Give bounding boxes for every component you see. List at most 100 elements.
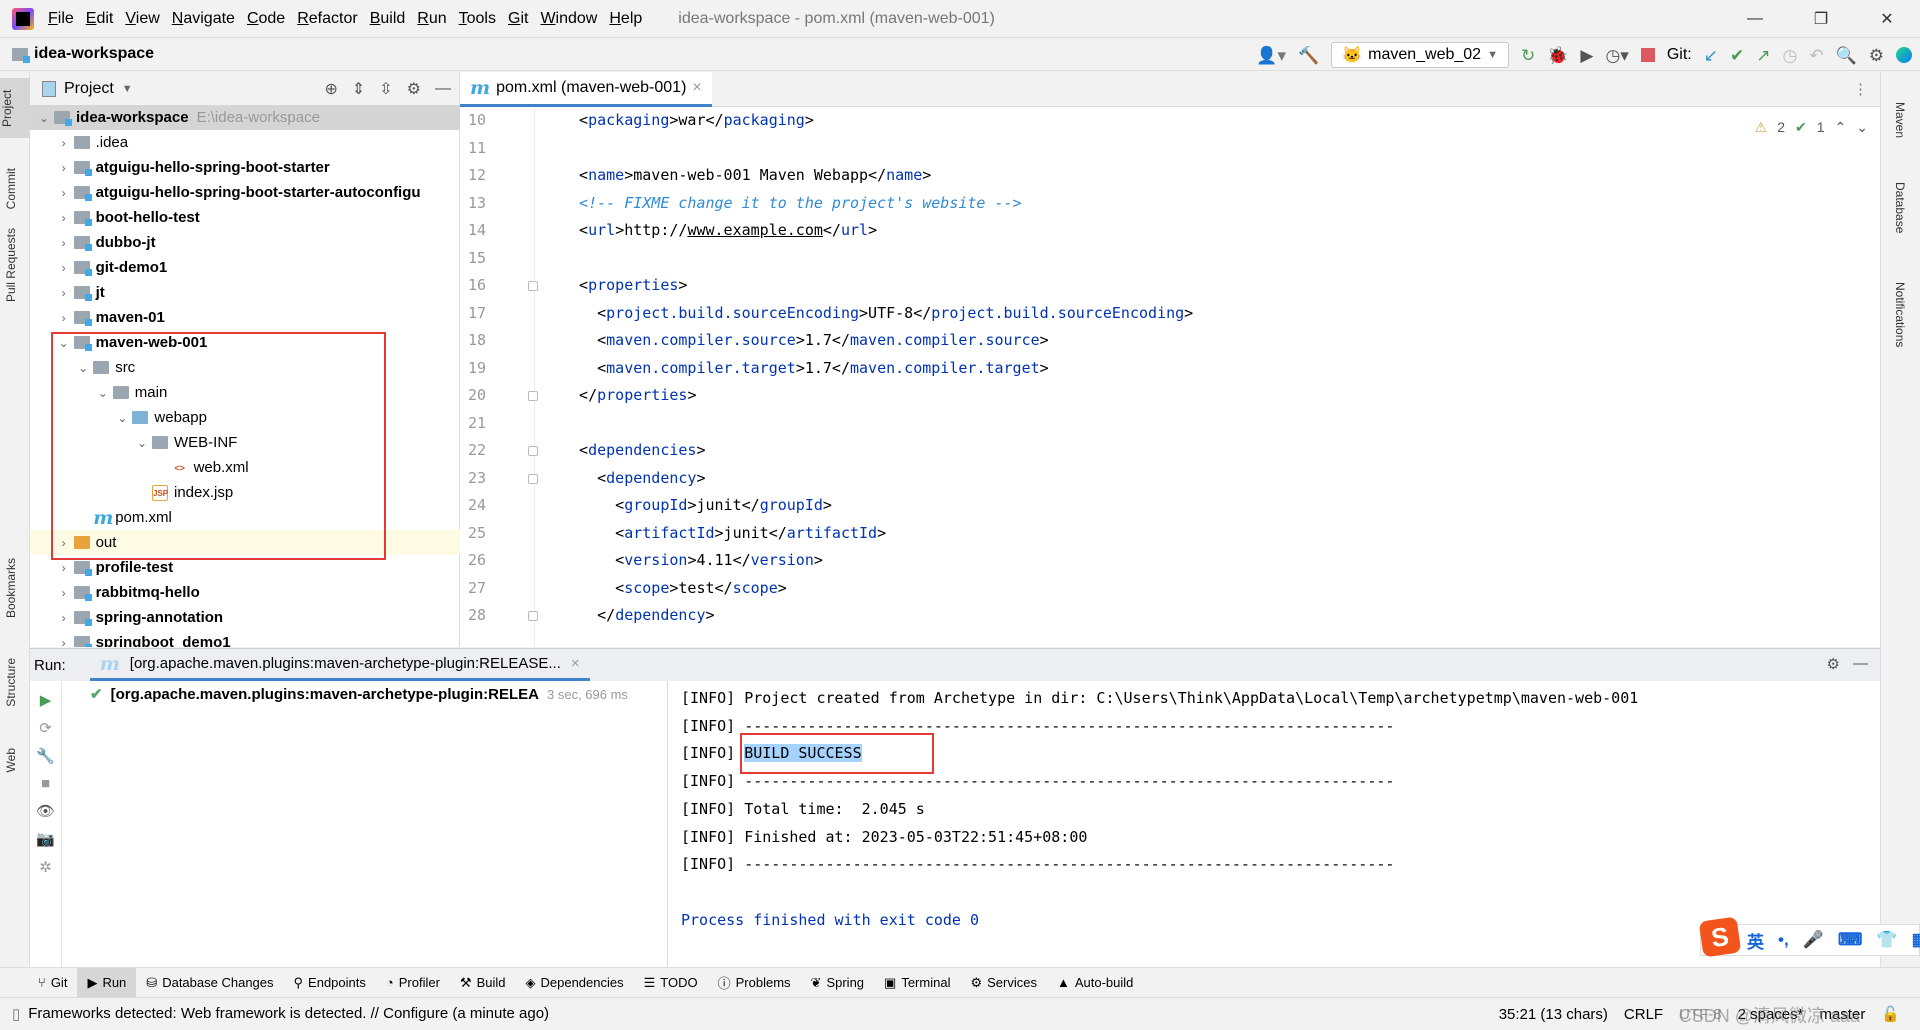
next-highlight-icon[interactable]: ⌄ xyxy=(1856,119,1868,136)
menu-tools[interactable]: Tools xyxy=(459,10,496,28)
chevron-right-icon[interactable]: › xyxy=(54,186,74,200)
sidebar-tab-pull-requests[interactable]: Pull Requests xyxy=(4,228,18,302)
sidebar-tab-database[interactable]: Database xyxy=(1893,182,1907,233)
tree-item[interactable]: › .idea xyxy=(30,130,460,155)
code-area[interactable]: 10 <packaging>war</packaging> 11 12 <name>… xyxy=(460,107,1820,647)
menu-run[interactable]: Run xyxy=(417,10,446,28)
user-icon[interactable]: 👤▾ xyxy=(1256,47,1286,64)
chevron-right-icon[interactable]: › xyxy=(54,211,74,225)
build-hammer-icon[interactable]: 🔨 xyxy=(1298,47,1319,64)
tool-window-profiler[interactable]: ◔ Profiler xyxy=(376,968,450,998)
chevron-right-icon[interactable]: › xyxy=(54,261,74,275)
rerun-icon[interactable]: ↻ xyxy=(1521,47,1535,64)
tool-window-endpoints[interactable]: ⚲ Endpoints xyxy=(284,968,376,998)
project-breadcrumb[interactable]: idea-workspace xyxy=(34,45,154,63)
tree-item[interactable]: › atguigu-hello-spring-boot-starter-autoc… xyxy=(30,180,460,205)
chevron-right-icon[interactable]: › xyxy=(54,286,74,300)
project-view-select[interactable]: Project xyxy=(64,80,114,98)
tool-window-build[interactable]: ⚒ Build xyxy=(450,968,516,998)
tab-pom-xml[interactable]: m pom.xml (maven-web-001) × xyxy=(460,72,712,107)
status-message[interactable]: Frameworks detected: Web framework is de… xyxy=(28,1005,549,1022)
lock-icon[interactable]: 🔓 xyxy=(1881,1005,1900,1023)
tool-window-spring[interactable]: ❦ Spring xyxy=(801,968,874,998)
debug-icon[interactable]: ⟳ xyxy=(39,719,52,737)
search-icon[interactable]: 🔍 xyxy=(1836,47,1857,64)
chevron-right-icon[interactable]: › xyxy=(54,161,74,175)
ime-punctuation[interactable]: •, xyxy=(1778,930,1789,950)
sidebar-tab-structure[interactable]: Structure xyxy=(4,658,18,707)
fold-marker-icon[interactable] xyxy=(528,391,538,401)
sidebar-tab-commit[interactable]: Commit xyxy=(4,168,18,209)
menu-build[interactable]: Build xyxy=(370,10,406,28)
tree-item[interactable]: › git-demo1 xyxy=(30,255,460,280)
menu-view[interactable]: View xyxy=(125,10,159,28)
run-tab[interactable]: m [org.apache.maven.plugins:maven-archet… xyxy=(89,649,590,681)
caret-position[interactable]: 35:21 (13 chars) xyxy=(1499,1006,1608,1023)
menu-edit[interactable]: Edit xyxy=(86,10,114,28)
gear-icon[interactable]: ⚙ xyxy=(407,79,421,99)
chevron-right-icon[interactable]: › xyxy=(54,236,74,250)
tool-window-auto-build[interactable]: ▲ Auto-build xyxy=(1047,968,1143,998)
git-commit-icon[interactable]: ✔ xyxy=(1730,47,1744,64)
collapse-all-icon[interactable]: ⇳ xyxy=(379,79,392,99)
menu-window[interactable]: Window xyxy=(540,10,597,28)
run-tree-item[interactable]: ✔ [org.apache.maven.plugins:maven-archet… xyxy=(90,685,628,704)
tree-item[interactable]: › atguigu-hello-spring-boot-starter xyxy=(30,155,460,180)
pin-icon[interactable]: ✲ xyxy=(39,858,52,876)
git-update-icon[interactable]: ↙ xyxy=(1704,47,1718,64)
microphone-icon[interactable]: 🎤 xyxy=(1803,930,1824,950)
fold-marker-icon[interactable] xyxy=(528,281,538,291)
tree-item[interactable]: ⌄ idea-workspace E:\idea-workspace xyxy=(30,105,460,130)
stop-icon[interactable]: ■ xyxy=(41,775,50,792)
eye-icon[interactable]: 👁 xyxy=(36,802,55,820)
tree-item[interactable]: › rabbitmq-hello xyxy=(30,580,460,605)
chevron-right-icon[interactable]: › xyxy=(54,636,74,648)
hide-icon[interactable]: — xyxy=(1853,655,1868,672)
chevron-down-icon[interactable]: ⌄ xyxy=(34,111,54,125)
tool-window-git[interactable]: ⑂ Git xyxy=(28,968,77,998)
more-tabs-icon[interactable]: ⋮ xyxy=(1853,80,1868,98)
sidebar-tab-web[interactable]: Web xyxy=(4,748,18,772)
close-tab-icon[interactable]: × xyxy=(692,79,701,97)
tree-item[interactable]: › springboot_demo1 xyxy=(30,630,460,647)
chevron-down-icon[interactable]: ▼ xyxy=(122,83,133,95)
locate-icon[interactable]: ⊕ xyxy=(324,79,337,99)
rollback-icon[interactable]: ↶ xyxy=(1809,47,1823,64)
sidebar-tab-maven[interactable]: Maven xyxy=(1893,102,1907,138)
menu-code[interactable]: Code xyxy=(247,10,285,28)
history-icon[interactable]: ◷ xyxy=(1782,47,1797,64)
prev-highlight-icon[interactable]: ⌃ xyxy=(1835,119,1847,136)
stop-icon[interactable] xyxy=(1640,48,1655,62)
tool-window-database-changes[interactable]: ⛁ Database Changes xyxy=(136,968,283,998)
fold-marker-icon[interactable] xyxy=(528,446,538,456)
menu-navigate[interactable]: Navigate xyxy=(172,10,235,28)
sidebar-tab-bookmarks[interactable]: Bookmarks xyxy=(4,558,18,618)
chevron-right-icon[interactable]: › xyxy=(54,561,74,575)
fold-marker-icon[interactable] xyxy=(528,611,538,621)
apps-icon[interactable]: ▦ xyxy=(1912,930,1920,950)
tool-window-todo[interactable]: ☰ TODO xyxy=(634,968,708,998)
coverage-icon[interactable]: ▶ xyxy=(1580,47,1593,64)
tool-window-run[interactable]: ▶ Run xyxy=(77,967,137,998)
tree-item[interactable]: › dubbo-jt xyxy=(30,230,460,255)
close-tab-icon[interactable]: × xyxy=(571,655,580,672)
minimize-button[interactable]: — xyxy=(1722,0,1788,37)
tree-item[interactable]: › spring-annotation xyxy=(30,605,460,630)
menu-git[interactable]: Git xyxy=(508,10,528,28)
chevron-right-icon[interactable]: › xyxy=(54,136,74,150)
git-push-icon[interactable]: ↗ xyxy=(1756,47,1770,64)
settings-gear-icon[interactable]: ⚙ xyxy=(1869,47,1884,64)
maximize-button[interactable]: ❐ xyxy=(1788,0,1854,37)
rerun-icon[interactable]: ▶ xyxy=(40,691,52,709)
tree-item[interactable]: › maven-01 xyxy=(30,305,460,330)
expand-all-icon[interactable]: ⇕ xyxy=(352,79,365,99)
hide-icon[interactable]: — xyxy=(435,80,451,98)
keyboard-icon[interactable]: ⌨ xyxy=(1838,930,1863,950)
menu-help[interactable]: Help xyxy=(609,10,642,28)
toolbox-icon[interactable] xyxy=(1896,47,1912,63)
fold-marker-icon[interactable] xyxy=(528,473,538,484)
chevron-right-icon[interactable]: › xyxy=(54,311,74,325)
close-window-button[interactable]: ✕ xyxy=(1854,0,1920,37)
menu-file[interactable]: File xyxy=(48,10,74,28)
ime-language[interactable]: 英 xyxy=(1747,928,1764,953)
